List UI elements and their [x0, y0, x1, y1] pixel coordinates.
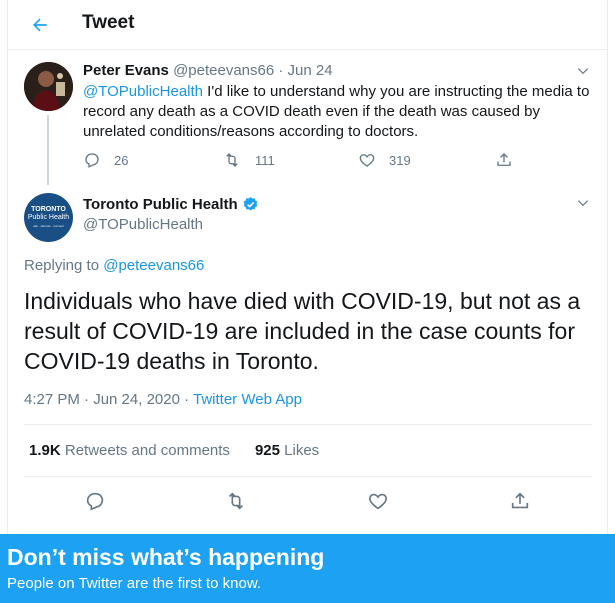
tweet-actions: 26 111 319 — [83, 151, 511, 173]
verified-badge-icon — [243, 197, 258, 211]
tweet-actions — [24, 488, 592, 514]
like-count: 319 — [389, 152, 411, 168]
retweet-button[interactable] — [223, 488, 249, 514]
tweet-meta: 4:27 PM · Jun 24, 2020 · Twitter Web App — [24, 391, 302, 408]
tweet-stats: 1.9K Retweets and comments 925 Likes — [29, 442, 319, 459]
heart-icon — [359, 154, 375, 167]
avatar-line-1: TORONTO — [31, 206, 66, 213]
mention-link[interactable]: @TOPublicHealth — [83, 83, 203, 100]
tweet-menu-button[interactable] — [573, 193, 593, 213]
reply-button[interactable] — [82, 488, 108, 514]
retweet-icon — [226, 153, 238, 167]
author-name[interactable]: Toronto Public Health — [83, 196, 238, 213]
share-button[interactable] — [495, 151, 513, 169]
share-button[interactable] — [507, 488, 533, 514]
tweet-timestamp[interactable]: 4:27 PM · Jun 24, 2020 · — [24, 391, 193, 408]
avatar-line-2: Public Health — [27, 214, 70, 221]
likes-count: 925 — [254, 442, 280, 459]
reply-count: 26 — [114, 152, 129, 168]
banner-subtitle: People on Twitter are the first to know. — [7, 575, 262, 592]
author-name[interactable]: Peter Evans — [83, 62, 169, 79]
retweet-icon — [228, 492, 244, 510]
page-title: Tweet — [82, 12, 135, 33]
chevron-down-icon — [577, 68, 589, 75]
heart-icon — [369, 493, 387, 510]
share-icon — [511, 492, 529, 509]
tweet-header: Peter Evans @peteevans66 · Jun 24 — [83, 62, 333, 79]
like-button[interactable]: 319 — [358, 151, 411, 169]
retweet-count: 111 — [255, 152, 275, 168]
replying-prefix: Replying to — [24, 257, 104, 274]
reply-icon — [85, 153, 99, 168]
back-button[interactable] — [25, 10, 55, 40]
tweet-menu-button[interactable] — [573, 61, 593, 81]
replying-to-link[interactable]: @peteevans66 — [103, 257, 204, 274]
share-icon — [497, 153, 511, 166]
retweets-label: Retweets and comments — [64, 442, 230, 459]
likes-label: Likes — [284, 442, 320, 459]
likes-stat[interactable]: 925 Likes — [255, 442, 319, 459]
banner-title: Don’t miss what’s happening — [7, 544, 325, 570]
divider — [24, 424, 592, 425]
profile-photo — [24, 62, 73, 111]
retweet-button[interactable]: 111 — [222, 151, 275, 169]
reply-button[interactable]: 26 — [83, 151, 128, 169]
chevron-down-icon — [577, 200, 589, 207]
tweet-date[interactable]: Jun 24 — [288, 62, 333, 79]
like-button[interactable] — [365, 488, 391, 514]
thread-connector — [47, 115, 49, 185]
avatar[interactable]: TORONTO Public Health ask · discuss · co… — [24, 193, 73, 242]
tweet-column: Tweet Peter Evans @peteevans66 · Jun 24 … — [7, 0, 608, 534]
divider — [24, 476, 592, 477]
reply-icon — [86, 492, 104, 511]
author-handle[interactable]: @TOPublicHealth — [83, 216, 203, 233]
page-header: Tweet — [8, 0, 607, 50]
tweet-text: @TOPublicHealth I'd like to understand w… — [83, 82, 593, 142]
tweet-text: Individuals who have died with COVID-19,… — [24, 288, 581, 374]
replying-to: Replying to @peteevans66 — [24, 257, 204, 274]
back-arrow-icon — [33, 18, 47, 32]
avatar[interactable] — [24, 62, 73, 111]
retweets-count: 1.9K — [29, 442, 61, 459]
separator-dot: · — [278, 62, 284, 79]
author-name-row[interactable]: Toronto Public Health — [83, 196, 259, 213]
avatar-line-3: ask · discuss · connect — [33, 224, 64, 228]
author-handle[interactable]: @peteevans66 — [173, 62, 274, 79]
signup-banner: Don’t miss what’s happening People on Tw… — [0, 534, 615, 603]
retweets-stat[interactable]: 1.9K Retweets and comments — [29, 442, 230, 459]
tweet-source-link[interactable]: Twitter Web App — [193, 391, 302, 408]
